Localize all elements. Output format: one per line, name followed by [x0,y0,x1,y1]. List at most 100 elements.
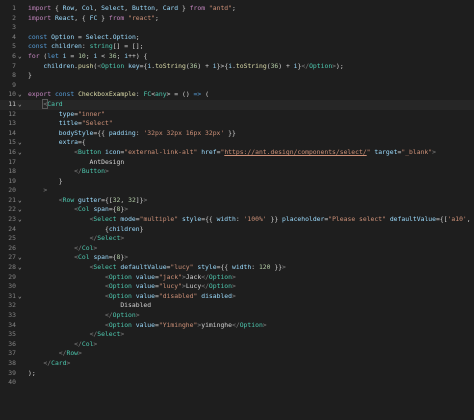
code-line[interactable]: 9 [0,81,474,91]
fold-chevron-icon[interactable]: ⌄ [18,100,24,110]
code-token: Row [62,4,75,12]
code-token: children [108,224,140,233]
code-line[interactable]: 29 <Option value="jack">Jack</Option> [0,273,474,283]
code-line[interactable]: 1 import { Row, Col, Select, Button, Card… [0,4,474,14]
code-token: import [28,13,52,22]
code-line[interactable]: 22 ⌄ <Col span={8}> [0,205,474,215]
code-token: > [232,282,236,291]
code-token: 32 [128,195,136,204]
code-token: span [93,253,109,262]
code-token: } [178,4,190,12]
code-token: </ [232,320,240,329]
code-area[interactable]: 1 import { Row, Col, Select, Button, Card… [0,4,474,388]
code-line[interactable]: 11 ⌄ <Card [0,98,474,110]
code-token: > [262,320,267,329]
code-token: , [466,215,474,224]
fold-chevron-icon[interactable]: ⌄ [18,138,24,148]
code-token: yiminghe [201,320,232,329]
code-line[interactable]: 5 const children: string[] = []; [0,42,474,52]
fold-chevron-icon[interactable]: ⌄ [18,52,24,62]
code-line[interactable]: 35 </Select> [0,330,474,340]
code-line[interactable]: 24 {children} [0,225,474,235]
code-text: </Col> [28,340,97,350]
code-line[interactable]: 14 bodyStyle={{ padding: '32px 32px 16px… [0,129,474,139]
code-token: extra [58,138,79,147]
code-line[interactable]: 31 ⌄ <Option value="disabled" disabled> [0,292,474,302]
code-token: Button [78,147,102,156]
code-line[interactable]: 3 [0,23,474,33]
code-token: Col [81,4,94,12]
code-line[interactable]: 18 </Button> [0,167,474,177]
code-line[interactable]: 25 </Select> [0,234,474,244]
line-number: 39 [8,368,16,377]
code-token: style [181,215,202,224]
code-token: Option [239,320,263,329]
code-line[interactable]: 15 ⌄ extra={ [0,138,474,148]
code-line[interactable]: 36 </Col> [0,340,474,350]
code-line[interactable]: 12 type="inner" [0,110,474,120]
code-token: "external-link-alt" [124,147,198,156]
code-token: = [74,32,86,41]
code-token: }} [224,128,236,137]
code-line[interactable]: 19 } [0,177,474,187]
code-token: 10 [78,51,86,60]
code-token: Card [162,4,179,12]
code-text: } [28,177,63,187]
code-token: Col [78,253,90,262]
code-token: </ [104,311,113,319]
code-token: ); [28,368,36,377]
code-token: Row [66,349,79,358]
code-line[interactable]: 28 ⌄ <Select defaultValue="lucy" style={{… [0,263,474,273]
code-line[interactable]: 2 import React, { FC } from "react"; [0,14,474,24]
code-line[interactable]: 40 [0,378,474,388]
code-line[interactable]: 20 > [0,186,474,196]
code-text: Disabled [28,301,151,311]
code-line[interactable]: 6 ⌄ for (let i = 10; i < 36; i++) { [0,52,474,62]
fold-chevron-icon[interactable]: ⌄ [18,196,24,206]
line-number: 27 [8,253,16,262]
code-line[interactable]: 13 title="Select" [0,119,474,129]
fold-chevron-icon[interactable]: ⌄ [18,205,24,215]
code-line[interactable]: 39); [0,369,474,379]
code-token: } [28,176,63,185]
code-line[interactable]: 34 <Option value="Yiminghe">yiminghe</Op… [0,321,474,331]
line-number: 14 [8,128,16,137]
fold-chevron-icon[interactable]: ⌄ [18,292,24,302]
fold-chevron-icon[interactable]: ⌄ [18,148,24,158]
code-line[interactable]: 10 ⌄ export const CheckboxExample: FC<any>… [0,90,474,100]
code-line[interactable]: 37 </Row> [0,349,474,359]
line-number: 11 [8,99,16,108]
code-line[interactable]: 38 </Card> [0,359,474,369]
fold-chevron-icon[interactable]: ⌄ [18,253,24,263]
code-token: defaultValue [389,215,436,224]
code-line[interactable]: 8} [0,71,474,81]
code-line[interactable]: 30 <Option value="lucy">Lucy</Option> [0,282,474,292]
fold-chevron-icon[interactable]: ⌄ [18,263,24,273]
code-token: Select [97,330,121,339]
line-number: 1 [12,4,16,12]
code-line[interactable]: 7 children.push(<Option key={i.toString(… [0,62,474,72]
code-line[interactable]: 32 Disabled [0,301,474,311]
code-line[interactable]: 4 const Option = Select.Option; [0,33,474,43]
code-line[interactable]: 26 </Col> [0,244,474,254]
fold-chevron-icon[interactable]: ⌄ [18,215,24,225]
code-line[interactable]: 23 ⌄ <Select mode="multiple" style={{ wid… [0,215,474,225]
fold-chevron-icon[interactable]: ⌄ [18,90,24,100]
code-token: > [93,339,98,348]
code-editor[interactable]: 1 import { Row, Col, Select, Button, Card… [0,0,474,420]
code-line[interactable]: 16 ⌄ <Button icon="external-link-alt" hre… [0,148,474,158]
code-token: Option [101,61,125,70]
code-token: > = () [166,90,194,99]
code-token: const [54,90,75,99]
code-token: ={[ [435,215,448,224]
code-line[interactable]: 33 </Option> [0,311,474,321]
code-line[interactable]: 21 ⌄ <Row gutter={[32, 32]}> [0,196,474,206]
code-token: icon [104,147,121,156]
code-line[interactable]: 27 ⌄ <Col span={8}> [0,253,474,263]
code-line[interactable]: 17 AntDesign [0,158,474,168]
code-token: , [120,195,129,204]
